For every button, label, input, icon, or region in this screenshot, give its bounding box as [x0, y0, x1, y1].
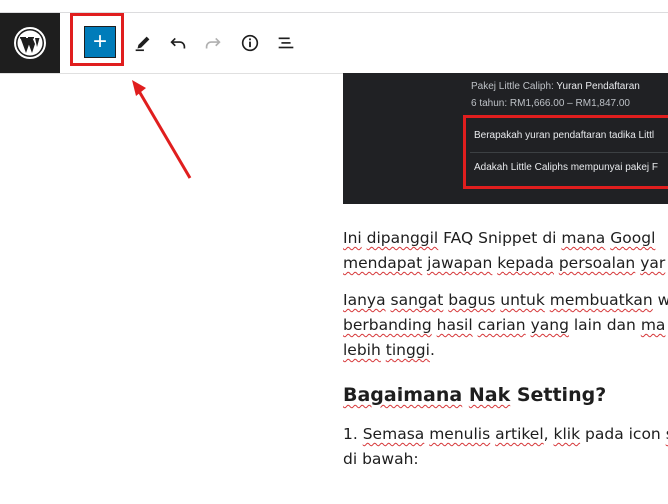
spellcheck-word: mendapat	[343, 254, 423, 272]
inserter-annotation-box: +	[70, 13, 124, 66]
editor-toolbar: +	[0, 13, 668, 74]
text-segment: ,	[543, 425, 554, 443]
info-icon[interactable]	[236, 29, 264, 57]
spellcheck-word: untuk	[500, 291, 545, 309]
text-segment	[462, 384, 469, 406]
list-view-icon[interactable]	[272, 29, 300, 57]
paragraph-1-line-1: Ini dipanggil FAQ Snippet di mana Googl	[343, 226, 668, 251]
text-segment: FAQ Snippet di	[438, 229, 562, 247]
spellcheck-word: artikel	[495, 425, 544, 443]
paragraph-3-line-1: 1. Semasa menulis artikel, klik pada ico…	[343, 422, 668, 447]
paragraph-2-line-1: Ianya sangat bagus untuk membuatkan w	[343, 288, 668, 313]
spellcheck-word: bagus	[448, 291, 496, 309]
text-segment: pada icon	[580, 425, 666, 443]
paragraph-2-line-3: lebih tinggi.	[343, 338, 668, 363]
spellcheck-word: jawapan	[427, 254, 493, 272]
text-segment: Setting?	[510, 384, 607, 406]
spellcheck-word: membuatkan	[549, 291, 653, 309]
embedded-search-screenshot: Pakej Little Caliph: Yuran Pendaftaran 6…	[343, 73, 668, 204]
spellcheck-word: hasil	[436, 316, 473, 334]
paragraph-3-line-2: di bawah:	[343, 447, 668, 472]
spellcheck-word: berbanding	[343, 316, 432, 334]
spellcheck-word: carian	[477, 316, 526, 334]
faq-divider	[470, 152, 668, 153]
faq-question-1: Berapakah yuran pendaftaran tadika Littl	[474, 130, 655, 141]
spellcheck-word: persoalan	[558, 254, 636, 272]
snippet-line-2: 6 tahun: RM1,666.00 – RM1,847.00	[471, 98, 630, 109]
spellcheck-word: sangat	[390, 291, 444, 309]
paragraph-1-line-2: mendapat jawapan kepada persoalan yar	[343, 251, 668, 276]
wordpress-logo-icon[interactable]	[0, 13, 60, 73]
spellcheck-word: tinggi	[385, 341, 430, 359]
spellcheck-word: Ianya	[343, 291, 386, 309]
text-segment: w	[657, 291, 668, 309]
spellcheck-word: kepada	[497, 254, 554, 272]
spellcheck-word: Bagaimana	[343, 384, 463, 406]
spellcheck-word: Googl	[610, 229, 656, 247]
spellcheck-word: mana	[561, 229, 606, 247]
faq-annotation-box: Berapakah yuran pendaftaran tadika Littl…	[463, 115, 668, 189]
text-segment: lain dan	[568, 316, 641, 334]
undo-icon[interactable]	[164, 29, 192, 57]
spellcheck-word: yang	[530, 316, 569, 334]
edit-pencil-icon[interactable]	[129, 29, 157, 57]
spellcheck-word: klik	[553, 425, 581, 443]
add-block-button[interactable]: +	[84, 26, 116, 58]
section-heading: Bagaimana Nak Setting?	[343, 382, 668, 408]
spellcheck-word: lebih	[343, 341, 381, 359]
spellcheck-word: menulis	[429, 425, 491, 443]
snippet-line-1: Pakej Little Caliph: Yuran Pendaftaran	[471, 81, 640, 92]
spellcheck-word: Ini	[343, 229, 362, 247]
text-segment: 1.	[343, 425, 363, 443]
spellcheck-word: dipanggil	[366, 229, 439, 247]
spellcheck-word: yar	[640, 254, 666, 272]
spellcheck-word: Nak	[468, 384, 511, 406]
faq-question-2: Adakah Little Caliphs mempunyai pakej F	[474, 162, 658, 173]
article-content[interactable]: Ini dipanggil FAQ Snippet di mana Googl …	[343, 226, 668, 472]
spellcheck-word: Semasa	[362, 425, 425, 443]
top-strip	[0, 0, 668, 13]
text-segment: di bawah:	[343, 450, 419, 468]
annotation-arrow-icon	[132, 80, 192, 179]
spellcheck-word: ma	[640, 316, 666, 334]
redo-icon[interactable]	[199, 29, 227, 57]
text-segment: .	[429, 341, 435, 359]
paragraph-2-line-2: berbanding hasil carian yang lain dan ma	[343, 313, 668, 338]
